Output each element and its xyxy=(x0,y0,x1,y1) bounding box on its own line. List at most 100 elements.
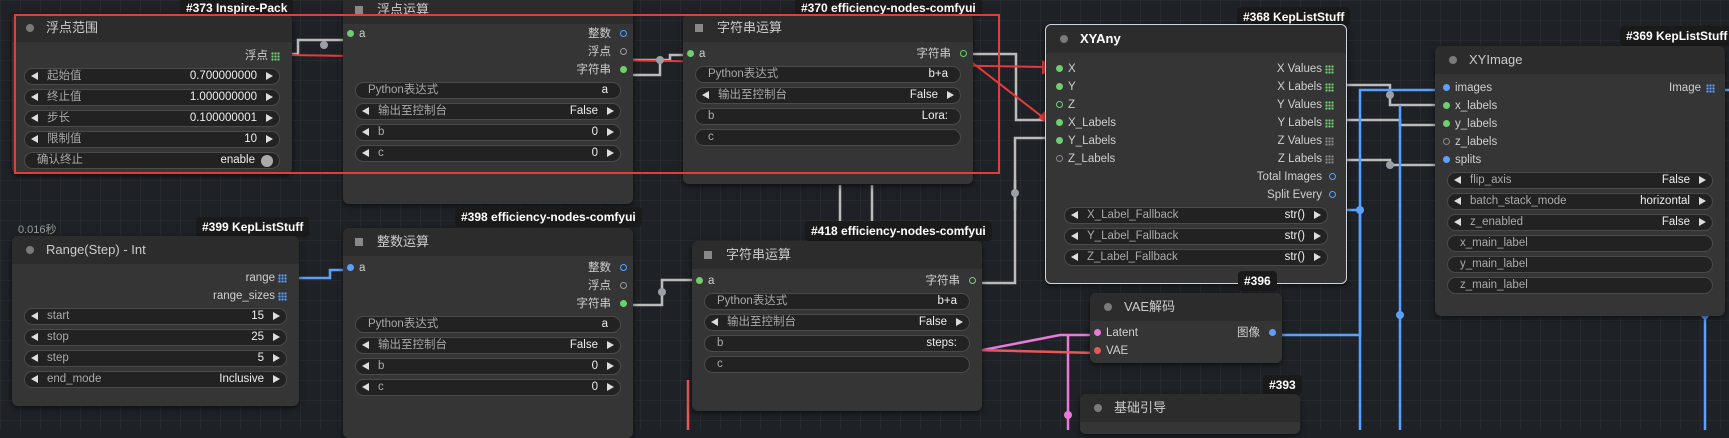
increment-arrow-icon[interactable] xyxy=(273,354,280,362)
decrement-arrow-icon[interactable] xyxy=(1454,176,1461,184)
list-output-icon[interactable] xyxy=(1325,65,1334,74)
list-output-icon[interactable] xyxy=(1325,83,1334,92)
python-expression-field[interactable]: Python表达式 a xyxy=(355,316,621,333)
decrement-arrow-icon[interactable] xyxy=(31,333,38,341)
list-output-icon[interactable] xyxy=(278,274,287,283)
input-x-labels-pin[interactable] xyxy=(1056,119,1063,126)
input-a-pin[interactable] xyxy=(347,264,354,271)
c-text-field[interactable]: c xyxy=(704,356,970,373)
increment-arrow-icon[interactable] xyxy=(273,333,280,341)
collapse-dot-icon[interactable] xyxy=(26,246,34,254)
node-header[interactable]: VAE解码 xyxy=(1090,293,1282,321)
collapse-dot-icon[interactable] xyxy=(1094,404,1102,412)
decrement-arrow-icon[interactable] xyxy=(1071,211,1078,219)
input-x-pin[interactable] xyxy=(1056,65,1063,72)
console-output-widget[interactable]: 输出至控制台 False xyxy=(704,314,970,331)
start-widget[interactable]: start 15 xyxy=(24,308,287,325)
decrement-arrow-icon[interactable] xyxy=(31,375,38,383)
input-y-labels-pin[interactable] xyxy=(1056,137,1063,144)
b-widget[interactable]: b0 xyxy=(355,358,621,375)
decrement-arrow-icon[interactable] xyxy=(1071,232,1078,240)
list-output-icon[interactable] xyxy=(278,292,287,301)
vae-decode-node[interactable]: VAE解码 Latent VAE 图像 xyxy=(1090,293,1282,363)
increment-arrow-icon[interactable] xyxy=(273,375,280,383)
decrement-arrow-icon[interactable] xyxy=(1454,197,1461,205)
collapse-square-icon[interactable] xyxy=(355,238,363,246)
decrement-arrow-icon[interactable] xyxy=(362,362,369,370)
input-y-pin[interactable] xyxy=(1056,83,1063,90)
decrement-arrow-icon[interactable] xyxy=(31,312,38,320)
input-latent-pin[interactable] xyxy=(1094,329,1101,336)
range-step-node[interactable]: Range(Step) - Int range range_sizes star… xyxy=(12,236,299,406)
int-op-node[interactable]: 整数运算 a 整数 浮点 字符串 Python表达式 a 输出至控制台 False … xyxy=(343,228,633,438)
collapse-dot-icon[interactable] xyxy=(1060,35,1068,43)
decrement-arrow-icon[interactable] xyxy=(362,341,369,349)
increment-arrow-icon[interactable] xyxy=(607,383,614,391)
decrement-arrow-icon[interactable] xyxy=(1454,218,1461,226)
decrement-arrow-icon[interactable] xyxy=(1071,253,1078,261)
z-main-label-field[interactable]: z_main_label xyxy=(1447,277,1713,294)
list-output-icon[interactable] xyxy=(1325,155,1334,164)
output-float-pin[interactable] xyxy=(620,282,627,289)
output-image-pin[interactable] xyxy=(1269,329,1276,336)
xyimage-node[interactable]: XYImage images x_labels y_labels z_label… xyxy=(1435,46,1725,316)
input-z-pin[interactable] xyxy=(1056,101,1063,108)
input-z-labels-pin[interactable] xyxy=(1443,138,1450,145)
list-output-icon[interactable] xyxy=(1325,119,1334,128)
flip-axis-widget[interactable]: flip_axis False xyxy=(1447,172,1713,189)
input-vae-pin[interactable] xyxy=(1094,347,1101,354)
decrement-arrow-icon[interactable] xyxy=(31,354,38,362)
xyany-node[interactable]: XYAny X Y Z X_Labels Y_Labels Z_Labels X… xyxy=(1045,24,1347,284)
list-output-icon[interactable] xyxy=(1325,101,1334,110)
collapse-square-icon[interactable] xyxy=(355,6,363,14)
input-z-labels-pin[interactable] xyxy=(1056,155,1063,162)
input-a-pin[interactable] xyxy=(696,277,703,284)
increment-arrow-icon[interactable] xyxy=(607,362,614,370)
y-main-label-field[interactable]: y_main_label xyxy=(1447,256,1713,273)
batch-stack-mode-widget[interactable]: batch_stack_mode horizontal xyxy=(1447,193,1713,210)
node-header[interactable]: 字符串运算 xyxy=(692,241,982,269)
input-y-labels-pin[interactable] xyxy=(1443,120,1450,127)
output-string-pin[interactable] xyxy=(969,277,976,284)
b-text-field[interactable]: b steps: xyxy=(704,335,970,352)
input-x-labels-pin[interactable] xyxy=(1443,102,1450,109)
collapse-dot-icon[interactable] xyxy=(1449,56,1457,64)
node-header[interactable]: 基础引导 xyxy=(1080,394,1300,422)
x-label-fallback-widget[interactable]: X_Label_Fallback str() xyxy=(1064,207,1328,224)
basic-guider-node[interactable]: 基础引导 xyxy=(1080,394,1300,434)
increment-arrow-icon[interactable] xyxy=(1314,253,1321,261)
c-widget[interactable]: c0 xyxy=(355,379,621,396)
string-op-418-node[interactable]: 字符串运算 a 字符串 Python表达式 b+a 输出至控制台 False b st… xyxy=(692,241,982,411)
step-widget[interactable]: step 5 xyxy=(24,350,287,367)
output-int-pin[interactable] xyxy=(620,264,627,271)
decrement-arrow-icon[interactable] xyxy=(362,383,369,391)
console-output-widget[interactable]: 输出至控制台 False xyxy=(355,337,621,354)
increment-arrow-icon[interactable] xyxy=(273,312,280,320)
collapse-square-icon[interactable] xyxy=(704,251,712,259)
z-label-fallback-widget[interactable]: Z_Label_Fallback str() xyxy=(1064,249,1328,266)
decrement-arrow-icon[interactable] xyxy=(711,318,718,326)
increment-arrow-icon[interactable] xyxy=(1314,211,1321,219)
end-mode-widget[interactable]: end_mode Inclusive xyxy=(24,371,287,388)
output-total-images-pin[interactable] xyxy=(1329,173,1336,180)
output-split-every-pin[interactable] xyxy=(1329,191,1336,198)
increment-arrow-icon[interactable] xyxy=(1699,197,1706,205)
input-splits-pin[interactable] xyxy=(1443,156,1450,163)
increment-arrow-icon[interactable] xyxy=(956,318,963,326)
y-label-fallback-widget[interactable]: Y_Label_Fallback str() xyxy=(1064,228,1328,245)
list-output-icon[interactable] xyxy=(1706,84,1715,93)
node-header[interactable]: Range(Step) - Int xyxy=(12,236,299,264)
stop-widget[interactable]: stop 25 xyxy=(24,329,287,346)
increment-arrow-icon[interactable] xyxy=(1314,232,1321,240)
output-string-pin[interactable] xyxy=(620,300,627,307)
increment-arrow-icon[interactable] xyxy=(1699,218,1706,226)
collapse-dot-icon[interactable] xyxy=(1104,303,1112,311)
input-images-pin[interactable] xyxy=(1443,84,1450,91)
increment-arrow-icon[interactable] xyxy=(607,341,614,349)
list-output-icon[interactable] xyxy=(1325,137,1334,146)
node-header[interactable]: XYAny xyxy=(1046,25,1346,53)
z-enabled-widget[interactable]: z_enabled False xyxy=(1447,214,1713,231)
node-header[interactable]: XYImage xyxy=(1435,46,1725,74)
python-expression-field[interactable]: Python表达式 b+a xyxy=(704,293,970,310)
x-main-label-field[interactable]: x_main_label xyxy=(1447,235,1713,252)
